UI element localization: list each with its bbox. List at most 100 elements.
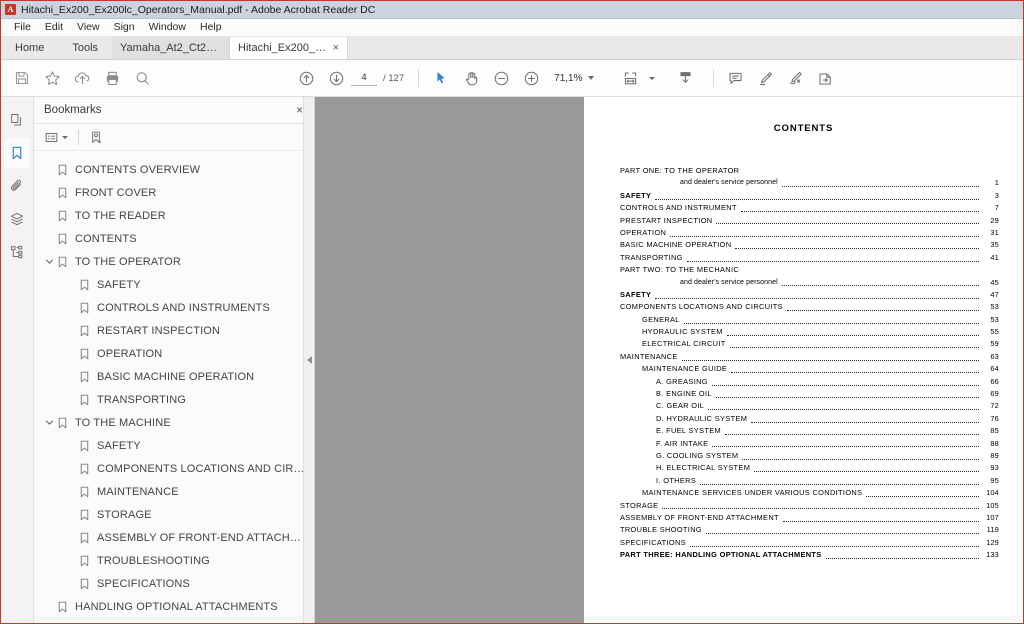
chevron-down-icon[interactable] xyxy=(42,257,56,266)
toc-entry[interactable]: B. ENGINE OIL 69 xyxy=(620,388,999,400)
bookmark-item[interactable]: RESTART INSPECTION xyxy=(34,319,314,342)
bookmark-item[interactable]: TRANSPORTING xyxy=(34,388,314,411)
toc-entry[interactable]: MAINTENANCE GUIDE 64 xyxy=(620,363,999,375)
bookmark-item[interactable]: OPERATION xyxy=(34,342,314,365)
new-bookmark-button[interactable] xyxy=(87,127,106,147)
bookmark-item[interactable]: TROUBLESHOOTING xyxy=(34,549,314,572)
comment-button[interactable] xyxy=(721,63,751,93)
bookmark-item[interactable]: ASSEMBLY OF FRONT-END ATTACHMENT xyxy=(34,526,314,549)
toc-leader-dots xyxy=(740,210,979,213)
toc-entry[interactable]: TROUBLE SHOOTING 119 xyxy=(620,524,999,536)
toc-entry[interactable]: MAINTENANCE SERVICES UNDER VARIOUS CONDI… xyxy=(620,487,999,499)
bookmark-options-chevron-down-icon[interactable] xyxy=(62,135,68,139)
collapse-panel-handle[interactable] xyxy=(303,97,315,623)
zoom-in-button[interactable] xyxy=(516,63,546,93)
page-number-input[interactable] xyxy=(351,70,377,86)
document-viewport[interactable]: CONTENTS PART ONE: TO THE OPERATOR and de… xyxy=(315,97,1023,623)
toc-entry[interactable]: GENERAL 53 xyxy=(620,314,999,326)
menu-help[interactable]: Help xyxy=(193,19,229,36)
toc-entry[interactable]: PART TWO: TO THE MECHANIC xyxy=(620,264,999,276)
toc-entry[interactable]: STORAGE 105 xyxy=(620,500,999,512)
toc-entry[interactable]: I. OTHERS 95 xyxy=(620,475,999,487)
menu-file[interactable]: File xyxy=(7,19,38,36)
bookmark-item-label: MAINTENANCE xyxy=(97,485,179,498)
tab-document-hitachi[interactable]: Hitachi_Ex200_Ex20... × xyxy=(230,37,349,59)
toc-entry[interactable]: TRANSPORTING 41 xyxy=(620,252,999,264)
toc-sub-note: and dealer's service personnel 45 xyxy=(620,277,999,289)
tab-home[interactable]: Home xyxy=(1,37,58,59)
bookmark-item[interactable]: CONTENTS xyxy=(34,227,314,250)
bookmarks-list[interactable]: CONTENTS OVERVIEW FRONT COVER TO THE READE… xyxy=(34,151,314,623)
bookmark-item[interactable]: SAFETY xyxy=(34,434,314,457)
zoom-level-value[interactable]: 71,1% xyxy=(554,73,582,84)
toc-entry[interactable]: ELECTRICAL CIRCUIT 59 xyxy=(620,338,999,350)
toc-entry[interactable]: PART THREE: HANDLING OPTIONAL ATTACHMENT… xyxy=(620,549,999,561)
bookmark-item[interactable]: COMPONENTS LOCATIONS AND CIRCUITS xyxy=(34,457,314,480)
share-button[interactable] xyxy=(811,63,841,93)
toc-entry[interactable]: E. FUEL SYSTEM 85 xyxy=(620,425,999,437)
toc-entry[interactable]: D. HYDRAULIC SYSTEM 76 xyxy=(620,413,999,425)
bookmark-item[interactable]: STORAGE xyxy=(34,503,314,526)
bookmark-item[interactable]: CONTROLS AND INSTRUMENTS xyxy=(34,296,314,319)
bookmark-item[interactable]: TO THE READER xyxy=(34,204,314,227)
toc-entry[interactable]: CONTROLS AND INSTRUMENT 7 xyxy=(620,202,999,214)
toc-entry[interactable]: BASIC MACHINE OPERATION 35 xyxy=(620,239,999,251)
bookmark-item[interactable]: SAFETY xyxy=(34,273,314,296)
bookmark-item[interactable]: TO THE OPERATOR xyxy=(34,250,314,273)
bookmark-item[interactable]: SPECIFICATIONS xyxy=(34,572,314,595)
bookmarks-button[interactable] xyxy=(4,138,30,168)
print-button[interactable] xyxy=(97,63,127,93)
highlight-button[interactable] xyxy=(751,63,781,93)
toc-entry[interactable]: PRESTART INSPECTION 29 xyxy=(620,215,999,227)
add-to-favorites-button[interactable] xyxy=(37,63,67,93)
select-cursor-button[interactable] xyxy=(426,63,456,93)
attachments-button[interactable] xyxy=(4,171,30,201)
tab-document-yamaha[interactable]: Yamaha_At2_Ct2_A... xyxy=(112,37,231,59)
toc-entry[interactable]: OPERATION 31 xyxy=(620,227,999,239)
toc-entry[interactable]: PART ONE: TO THE OPERATOR xyxy=(620,165,999,177)
toc-entry-text: PART ONE: TO THE OPERATOR xyxy=(620,165,740,175)
save-button[interactable] xyxy=(7,63,37,93)
toc-entry[interactable]: MAINTENANCE 63 xyxy=(620,351,999,363)
toc-entry[interactable]: ASSEMBLY OF FRONT-END ATTACHMENT 107 xyxy=(620,512,999,524)
next-page-button[interactable] xyxy=(321,63,351,93)
bookmark-item[interactable]: BASIC MACHINE OPERATION xyxy=(34,365,314,388)
menu-sign[interactable]: Sign xyxy=(107,19,142,36)
toc-entry[interactable]: G. COOLING SYSTEM 89 xyxy=(620,450,999,462)
close-tab-icon[interactable]: × xyxy=(327,42,339,54)
search-button[interactable] xyxy=(127,63,157,93)
tab-tools[interactable]: Tools xyxy=(58,37,112,59)
upload-button[interactable] xyxy=(67,63,97,93)
toc-entry[interactable]: SAFETY 3 xyxy=(620,190,999,202)
fit-page-button[interactable] xyxy=(616,63,646,93)
toc-leader-dots xyxy=(689,545,979,547)
toc-entry[interactable]: C. GEAR OIL 72 xyxy=(620,400,999,412)
zoom-out-button[interactable] xyxy=(486,63,516,93)
bookmark-item[interactable]: HANDLING OPTIONAL ATTACHMENTS xyxy=(34,595,314,618)
layers-button[interactable] xyxy=(4,204,30,234)
bookmark-item[interactable]: FRONT COVER xyxy=(34,181,314,204)
menu-window[interactable]: Window xyxy=(142,19,193,36)
toc-entry[interactable]: COMPONENTS LOCATIONS AND CIRCUITS 53 xyxy=(620,301,999,313)
menu-view[interactable]: View xyxy=(70,19,107,36)
fit-page-chevron-down-icon[interactable] xyxy=(648,76,655,80)
page-thumbnails-button[interactable] xyxy=(4,105,30,135)
bookmark-options-button[interactable] xyxy=(42,127,70,147)
toc-entry[interactable]: HYDRAULIC SYSTEM 55 xyxy=(620,326,999,338)
fill-and-sign-button[interactable] xyxy=(781,63,811,93)
bookmark-item[interactable]: CONTENTS OVERVIEW xyxy=(34,158,314,181)
bookmark-item[interactable]: TO THE MACHINE xyxy=(34,411,314,434)
zoom-dropdown-chevron-down-icon[interactable] xyxy=(587,76,594,80)
toc-entry[interactable]: H. ELECTRICAL SYSTEM 93 xyxy=(620,462,999,474)
toc-entry[interactable]: A. GREASING 66 xyxy=(620,376,999,388)
toc-entry[interactable]: F. AIR INTAKE 88 xyxy=(620,438,999,450)
tags-button[interactable] xyxy=(4,237,30,267)
toc-entry[interactable]: SAFETY 47 xyxy=(620,289,999,301)
toc-entry[interactable]: SPECIFICATIONS 129 xyxy=(620,537,999,549)
download-button[interactable] xyxy=(671,63,701,93)
previous-page-button[interactable] xyxy=(291,63,321,93)
bookmark-item[interactable]: MAINTENANCE xyxy=(34,480,314,503)
chevron-down-icon[interactable] xyxy=(42,418,56,427)
menu-edit[interactable]: Edit xyxy=(38,19,70,36)
hand-tool-button[interactable] xyxy=(456,63,486,93)
